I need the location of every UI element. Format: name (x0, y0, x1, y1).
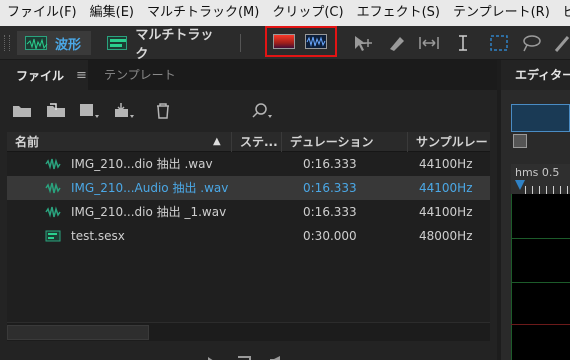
table-row[interactable]: test.sesx 0:30.000 48000Hz (7, 224, 490, 248)
waveform-overview[interactable] (511, 104, 570, 132)
view-toggle-group (265, 26, 337, 57)
toolbar-divider (240, 34, 241, 52)
file-sample-rate: 48000Hz (419, 229, 473, 243)
ruler-ticks (525, 186, 570, 194)
ruler-units-label: hms 0.5 (515, 166, 560, 179)
audio-file-icon (45, 182, 61, 194)
slip-tool-icon[interactable] (418, 33, 440, 53)
file-duration: 0:16.333 (303, 205, 357, 219)
menu-bar: ファイル(F) 編集(E) マルチトラック(M) クリップ(C) エフェクト(S… (0, 0, 570, 26)
spectral-view-icon[interactable] (273, 34, 295, 49)
files-panel: ファイル ≡ テンプレート 名前 ▲ ステ... デュレーション サンプルレー … (0, 60, 497, 360)
waveform-mode-button[interactable]: 波形 (17, 31, 91, 55)
file-sample-rate: 44100Hz (419, 157, 473, 171)
grid-line (511, 282, 570, 283)
brush-tool-icon[interactable] (552, 33, 570, 53)
tab-templates[interactable]: テンプレート (104, 60, 176, 90)
file-duration: 0:30.000 (303, 229, 357, 243)
tab-files[interactable]: ファイル ≡ (0, 60, 88, 90)
audio-file-icon (45, 206, 61, 218)
file-duration: 0:16.333 (303, 157, 357, 171)
insert-dropdown-icon[interactable] (113, 102, 135, 120)
multitrack-mode-button[interactable]: マルチトラック (99, 28, 219, 62)
move-tool-icon[interactable] (353, 33, 375, 53)
grid-line (511, 238, 570, 239)
app-window: ファイル(F) 編集(E) マルチトラック(M) クリップ(C) エフェクト(S… (0, 0, 570, 360)
multitrack-mode-label: マルチトラック (135, 28, 214, 62)
file-duration: 0:16.333 (303, 181, 357, 195)
scrollbar-thumb[interactable] (7, 325, 149, 340)
open-folder-icon[interactable] (12, 102, 34, 120)
tab-editor[interactable]: エディター (501, 60, 570, 90)
table-row[interactable]: IMG_210...dio 抽出 _1.wav 0:16.333 44100Hz (7, 200, 490, 224)
speaker-icon[interactable] (270, 356, 280, 360)
column-name-header[interactable]: 名前 (7, 132, 231, 152)
column-status-header[interactable]: ステ... (231, 132, 281, 152)
file-sample-rate: 44100Hz (419, 205, 473, 219)
new-file-dropdown-icon[interactable] (78, 102, 100, 120)
delete-trash-icon[interactable] (153, 102, 175, 120)
multitrack-icon (107, 36, 128, 50)
files-tab-bar: ファイル ≡ テンプレート (0, 60, 497, 90)
files-toolbar (0, 90, 497, 130)
file-name: IMG_210...dio 抽出 .wav (71, 157, 213, 171)
waveform-view-icon[interactable] (305, 34, 327, 49)
file-sample-rate: 44100Hz (419, 181, 473, 195)
import-file-icon[interactable] (46, 102, 68, 120)
menu-file[interactable]: ファイル(F) (0, 0, 83, 26)
editor-panel: エディター hms 0.5 (501, 60, 570, 360)
menu-view[interactable]: ビュー (556, 0, 570, 26)
grid-line (511, 194, 512, 360)
waveform-display[interactable] (511, 194, 570, 360)
column-duration-header[interactable]: デュレーション (281, 132, 407, 152)
menu-effects[interactable]: エフェクト(S) (350, 0, 446, 26)
column-sample-rate-header[interactable]: サンプルレート (407, 132, 490, 152)
waveform-icon (25, 36, 48, 50)
files-table-header: 名前 ▲ ステ... デュレーション サンプルレート (7, 132, 490, 152)
menu-edit[interactable]: 編集(E) (83, 0, 140, 26)
panel-menu-icon[interactable]: ≡ (76, 68, 87, 83)
razor-tool-icon[interactable] (386, 33, 408, 53)
zoom-navigator-icon[interactable] (513, 134, 527, 148)
toolbar-grip[interactable] (4, 35, 10, 51)
table-row[interactable]: IMG_210...Audio 抽出 .wav 0:16.333 44100Hz (7, 176, 490, 200)
menu-multitrack[interactable]: マルチトラック(M) (140, 0, 265, 26)
clip-indicator-line (511, 324, 570, 325)
menu-template[interactable]: テンプレート(R) (446, 0, 556, 26)
menu-clip[interactable]: クリップ(C) (265, 0, 349, 26)
session-file-icon (45, 230, 61, 242)
lasso-tool-icon[interactable] (520, 33, 542, 53)
file-name: IMG_210...Audio 抽出 .wav (71, 181, 229, 195)
tab-files-label: ファイル (16, 68, 65, 83)
file-name: test.sesx (71, 229, 125, 243)
marquee-tool-icon[interactable] (488, 33, 510, 53)
sort-ascending-icon[interactable]: ▲ (213, 132, 221, 152)
time-selection-tool-icon[interactable] (452, 33, 474, 53)
playhead-marker[interactable] (515, 180, 525, 190)
search-icon[interactable] (251, 102, 273, 120)
time-ruler[interactable]: hms 0.5 (511, 164, 570, 194)
files-table: 名前 ▲ ステ... デュレーション サンプルレート IMG_210...dio… (7, 132, 490, 327)
transport-controls (200, 350, 300, 360)
waveform-mode-label: 波形 (55, 37, 82, 53)
audio-file-icon (45, 158, 61, 170)
horizontal-scrollbar[interactable] (7, 322, 490, 341)
file-name: IMG_210...dio 抽出 _1.wav (71, 205, 227, 219)
table-row[interactable]: IMG_210...dio 抽出 .wav 0:16.333 44100Hz (7, 152, 490, 176)
